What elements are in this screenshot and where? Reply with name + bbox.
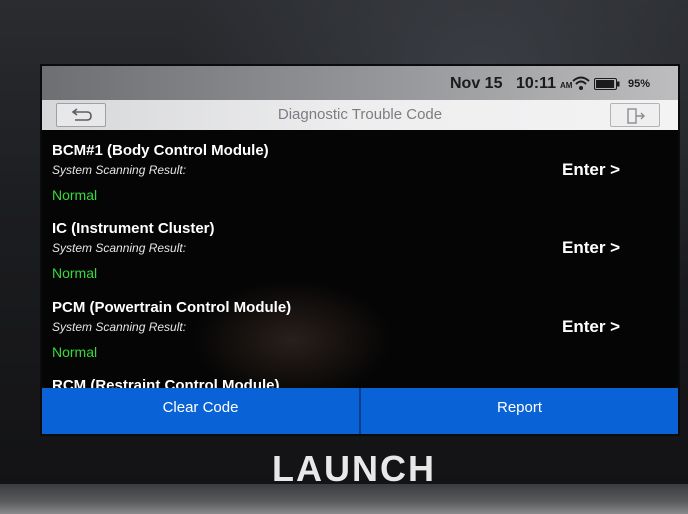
module-item-rcm[interactable]: RCM (Restraint Control Module) bbox=[42, 375, 678, 388]
action-bar: Clear Code Report bbox=[42, 388, 678, 434]
module-name: BCM#1 (Body Control Module) bbox=[52, 142, 269, 159]
module-item-pcm[interactable]: PCM (Powertrain Control Module) System S… bbox=[42, 287, 678, 365]
wifi-icon bbox=[572, 76, 590, 90]
title-bar: Diagnostic Trouble Code bbox=[42, 100, 678, 130]
module-scan-label: System Scanning Result: bbox=[52, 241, 187, 255]
device-bottom-edge bbox=[0, 484, 688, 514]
module-item-ic[interactable]: IC (Instrument Cluster) System Scanning … bbox=[42, 208, 678, 286]
module-status: Normal bbox=[52, 187, 98, 203]
exit-button[interactable] bbox=[610, 103, 660, 127]
module-name: PCM (Powertrain Control Module) bbox=[52, 299, 292, 316]
enter-button[interactable]: Enter > bbox=[562, 160, 620, 180]
module-list: BCM#1 (Body Control Module) System Scann… bbox=[42, 130, 678, 388]
module-status: Normal bbox=[52, 344, 98, 360]
module-scan-label: System Scanning Result: bbox=[52, 320, 187, 334]
back-button[interactable] bbox=[56, 103, 106, 127]
status-date: Nov 15 bbox=[450, 75, 503, 92]
module-status: Normal bbox=[52, 265, 98, 281]
module-name: IC (Instrument Cluster) bbox=[52, 220, 215, 237]
enter-button[interactable]: Enter > bbox=[562, 317, 620, 337]
status-am-pm: AM bbox=[560, 81, 573, 90]
battery-icon bbox=[594, 77, 620, 90]
report-button[interactable]: Report bbox=[361, 388, 678, 434]
enter-button[interactable]: Enter > bbox=[562, 238, 620, 258]
status-time: 10:11 bbox=[516, 75, 557, 92]
back-arrow-icon bbox=[71, 108, 92, 121]
module-scan-label: System Scanning Result: bbox=[52, 163, 187, 177]
module-item-bcm[interactable]: BCM#1 (Body Control Module) System Scann… bbox=[42, 130, 678, 208]
page-title: Diagnostic Trouble Code bbox=[277, 106, 443, 123]
clear-code-button[interactable]: Clear Code bbox=[42, 388, 359, 434]
status-bar: Nov 15 10:11 AM 95% bbox=[42, 66, 678, 100]
exit-icon bbox=[627, 108, 645, 124]
device-screen: Nov 15 10:11 AM 95% Diagnostic Trouble C… bbox=[42, 66, 678, 434]
module-name: RCM (Restraint Control Module) bbox=[52, 377, 280, 388]
battery-percent: 95% bbox=[628, 78, 651, 90]
